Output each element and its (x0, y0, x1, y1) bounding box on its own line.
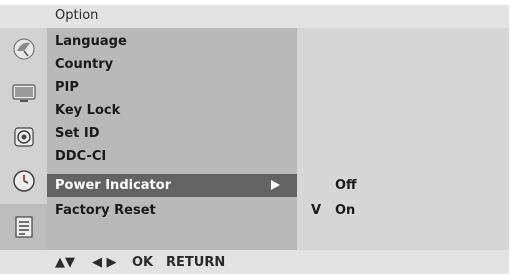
menu-item-language[interactable]: Language (47, 30, 297, 53)
category-picture[interactable] (0, 72, 47, 114)
menu-item-ddc-ci[interactable]: DDC-CI (47, 145, 297, 168)
option-list-icon (14, 216, 33, 238)
category-audio[interactable] (0, 116, 47, 158)
clock-icon (12, 170, 35, 192)
submenu-panel: Off V On (297, 28, 509, 250)
menu-item-set-id[interactable]: Set ID (47, 122, 297, 145)
category-option[interactable] (0, 204, 47, 250)
category-icon-column (0, 28, 47, 250)
speaker-icon (13, 127, 34, 147)
tv-screen-icon (11, 84, 36, 102)
category-station[interactable] (0, 28, 47, 70)
help-bar: ▲▼ ◀ ▶ OK RETURN (0, 250, 509, 274)
menu-title: Option (55, 8, 99, 23)
menu-list: Language Country PIP Key Lock Set ID DDC… (47, 28, 297, 250)
menu-item-country[interactable]: Country (47, 53, 297, 76)
check-mark: V (311, 203, 322, 218)
submenu-option-on[interactable]: V On (297, 199, 509, 222)
return-hint: RETURN (166, 255, 226, 270)
menu-item-pip[interactable]: PIP (47, 76, 297, 99)
satellite-dish-icon (13, 38, 34, 60)
title-bar: Option (0, 5, 509, 28)
tv-osd-menu: Option Language Country PIP Key Lock Set… (0, 0, 511, 275)
menu-item-key-lock[interactable]: Key Lock (47, 99, 297, 122)
up-down-arrows-icon: ▲▼ (55, 255, 75, 270)
category-time[interactable] (0, 160, 47, 202)
ok-hint: OK (132, 255, 154, 270)
arrow-right-icon (271, 180, 280, 190)
submenu-option-off[interactable]: Off (297, 174, 509, 197)
left-right-arrows-icon: ◀ ▶ (92, 255, 117, 270)
menu-item-power-indicator[interactable]: Power Indicator (47, 174, 297, 197)
menu-item-factory-reset[interactable]: Factory Reset (47, 199, 297, 222)
